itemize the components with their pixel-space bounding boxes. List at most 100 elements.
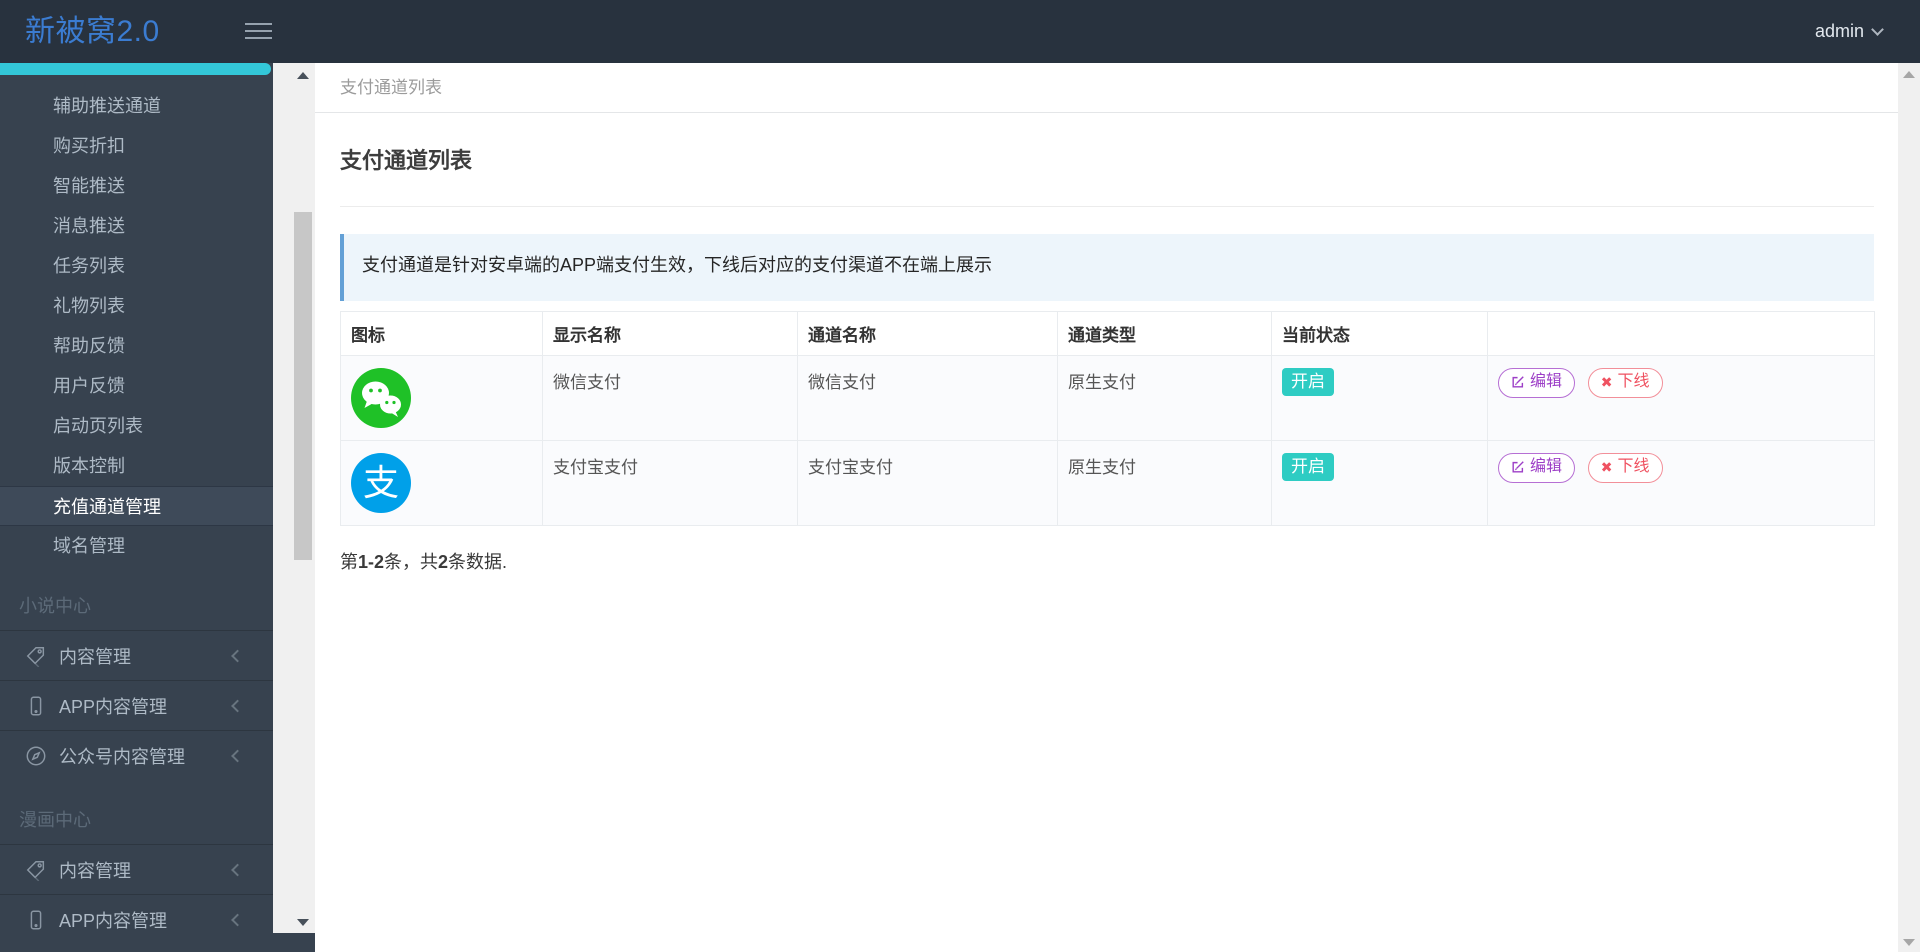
scroll-down-arrow-icon[interactable]	[297, 919, 309, 926]
x-icon: ✖	[1600, 374, 1613, 391]
sidebar-item[interactable]: 帮助反馈	[0, 326, 273, 366]
x-icon: ✖	[1600, 459, 1613, 476]
scrollbar-thumb[interactable]	[294, 212, 312, 560]
sidebar-item[interactable]: 启动页列表	[0, 406, 273, 446]
sidebar-item-active[interactable]: 充值通道管理	[0, 486, 273, 526]
summary-range: 1-2	[358, 552, 385, 572]
wechat-icon	[351, 368, 411, 428]
tags-icon	[25, 859, 47, 882]
table-row: 支 支付宝支付 支付宝支付 原生支付 开启 编辑 ✖ 下线	[340, 440, 1875, 526]
sidebar-item[interactable]: 辅助推送通道	[0, 86, 273, 126]
sidebar-item[interactable]: 任务列表	[0, 246, 273, 286]
cell-channel-name: 微信支付	[797, 355, 1058, 441]
offline-button[interactable]: ✖ 下线	[1587, 368, 1663, 398]
compass-icon	[25, 745, 47, 767]
sidebar-toggle-button[interactable]	[245, 23, 272, 41]
sidebar-item-label: 内容管理	[59, 646, 131, 667]
hamburger-icon	[245, 30, 272, 32]
summary-text: 第	[340, 552, 358, 572]
sidebar-item-expandable[interactable]: 公众号内容管理	[0, 730, 273, 780]
column-header: 通道名称	[797, 311, 1058, 356]
edit-button-label: 编辑	[1530, 458, 1563, 475]
breadcrumb-item: 支付通道列表	[340, 78, 442, 97]
status-badge: 开启	[1282, 453, 1334, 482]
offline-button[interactable]: ✖ 下线	[1587, 453, 1663, 483]
username-label: admin	[1814, 21, 1864, 41]
sidebar-item[interactable]: 域名管理	[0, 526, 273, 566]
cell-channel-name: 支付宝支付	[797, 440, 1058, 526]
edit-button[interactable]: 编辑	[1498, 368, 1576, 398]
info-alert-text: 支付通道是针对安卓端的APP端支付生效，下线后对应的支付渠道不在端上展示	[362, 255, 993, 275]
info-alert: 支付通道是针对安卓端的APP端支付生效，下线后对应的支付渠道不在端上展示	[340, 234, 1874, 301]
sidebar-item[interactable]: 购买折扣	[0, 126, 273, 166]
sidebar-scrollbar	[273, 63, 315, 933]
cell-channel-type: 原生支付	[1057, 355, 1272, 441]
sidebar-section-title: 漫画中心	[19, 810, 91, 830]
column-header: 通道类型	[1057, 311, 1272, 356]
column-header: 显示名称	[542, 311, 798, 356]
sidebar: 辅助推送通道 购买折扣 智能推送 消息推送 任务列表 礼物列表 帮助反馈 用户反…	[0, 63, 315, 952]
chevron-left-icon	[231, 913, 244, 926]
app-logo: 新被窝2.0	[25, 15, 160, 48]
edit-button[interactable]: 编辑	[1498, 453, 1576, 483]
hamburger-icon	[245, 37, 272, 39]
divider	[340, 206, 1874, 207]
svg-text:支: 支	[363, 462, 399, 503]
sidebar-item-expandable[interactable]: APP内容管理	[0, 680, 273, 730]
page-title: 支付通道列表	[340, 148, 473, 173]
sidebar-item-label: APP内容管理	[59, 696, 168, 717]
payment-channels-table: 图标 显示名称 通道名称 通道类型 当前状态 微信支付 微信支付 原生支付 开启…	[340, 311, 1875, 526]
sidebar-item[interactable]: 礼物列表	[0, 286, 273, 326]
summary-text: 条数据.	[448, 552, 508, 572]
content-panel: 支付通道列表 支付通道是针对安卓端的APP端支付生效，下线后对应的支付渠道不在端…	[315, 143, 1898, 574]
cell-channel-type: 原生支付	[1057, 440, 1272, 526]
sidebar-item[interactable]: 智能推送	[0, 166, 273, 206]
chevron-left-icon	[231, 649, 244, 662]
sidebar-item-label: 公众号内容管理	[59, 746, 185, 767]
sidebar-item[interactable]: 消息推送	[0, 206, 273, 246]
sidebar-item[interactable]: 用户反馈	[0, 366, 273, 406]
sidebar-item-label: 内容管理	[59, 860, 131, 881]
results-summary: 第1-2条，共2条数据.	[340, 548, 1874, 574]
loading-progress-bar	[0, 63, 271, 75]
tags-icon	[25, 645, 47, 668]
offline-button-label: 下线	[1617, 458, 1650, 475]
mobile-icon	[25, 909, 47, 931]
app-header: 新被窝2.0 admin	[0, 0, 1920, 63]
mobile-icon	[25, 695, 47, 717]
breadcrumb: 支付通道列表	[315, 63, 1898, 113]
sidebar-item-expandable[interactable]: 内容管理	[0, 630, 273, 680]
scroll-down-arrow-icon[interactable]	[1903, 939, 1915, 946]
table-row: 微信支付 微信支付 原生支付 开启 编辑 ✖ 下线	[340, 355, 1875, 441]
summary-total: 2	[438, 552, 449, 572]
sidebar-item-label: APP内容管理	[59, 910, 168, 931]
edit-icon	[1512, 461, 1524, 473]
sidebar-item[interactable]: 版本控制	[0, 446, 273, 486]
hamburger-icon	[245, 23, 272, 25]
chevron-left-icon	[231, 863, 244, 876]
edit-button-label: 编辑	[1530, 373, 1563, 390]
chevron-down-icon	[1871, 23, 1884, 36]
column-header: 图标	[340, 311, 543, 356]
offline-button-label: 下线	[1617, 373, 1650, 390]
sidebar-nav: 辅助推送通道 购买折扣 智能推送 消息推送 任务列表 礼物列表 帮助反馈 用户反…	[0, 63, 273, 944]
sidebar-item-expandable[interactable]: APP内容管理	[0, 894, 273, 944]
scroll-up-arrow-icon[interactable]	[297, 72, 309, 79]
content-scrollbar	[1898, 63, 1920, 952]
sidebar-item-expandable[interactable]: 内容管理	[0, 844, 273, 894]
alipay-icon: 支	[351, 453, 411, 513]
sidebar-section-title: 小说中心	[19, 596, 91, 616]
summary-text: 条，共	[384, 552, 439, 572]
chevron-left-icon	[231, 699, 244, 712]
cell-display-name: 微信支付	[542, 355, 798, 441]
scroll-up-arrow-icon[interactable]	[1903, 71, 1915, 78]
main-content: 支付通道列表 支付通道列表 支付通道是针对安卓端的APP端支付生效，下线后对应的…	[315, 63, 1898, 952]
column-header: 当前状态	[1271, 311, 1488, 356]
user-menu[interactable]: admin	[1814, 0, 1884, 63]
column-header	[1487, 311, 1875, 356]
chevron-left-icon	[231, 749, 244, 762]
table-header-row: 图标 显示名称 通道名称 通道类型 当前状态	[340, 311, 1875, 356]
edit-icon	[1512, 376, 1524, 388]
status-badge: 开启	[1282, 368, 1334, 397]
cell-display-name: 支付宝支付	[542, 440, 798, 526]
